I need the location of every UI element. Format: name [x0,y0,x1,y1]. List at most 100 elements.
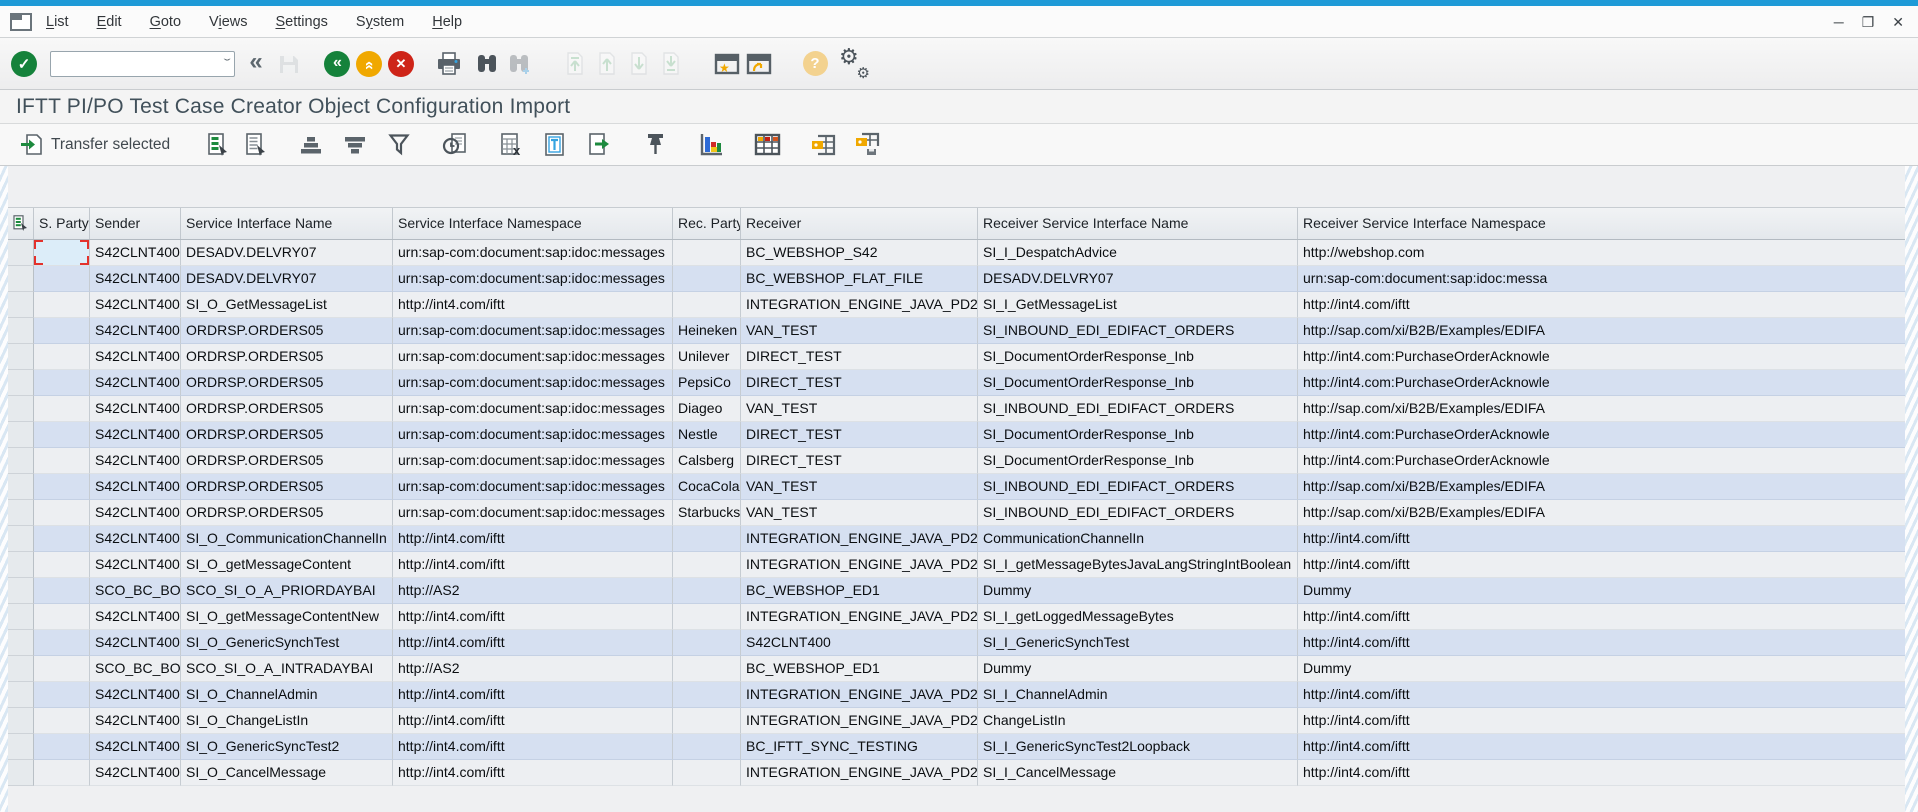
print-preview-button[interactable] [440,129,470,161]
grid-cell[interactable] [34,578,90,604]
grid-cell[interactable] [34,344,90,370]
row-selector-cell[interactable] [8,266,34,292]
next-page-button[interactable] [623,47,655,81]
grid-cell[interactable] [673,578,741,604]
grid-cell[interactable]: S42CLNT400 [90,474,181,500]
grid-cell[interactable]: INTEGRATION_ENGINE_JAVA_PD2 [741,604,978,630]
grid-cell[interactable]: SCO_SI_O_A_INTRADAYBAI [181,656,393,682]
row-selector-cell[interactable] [8,344,34,370]
grid-cell[interactable]: SI_O_CommunicationChannelIn [181,526,393,552]
grid-cell[interactable]: S42CLNT400 [90,240,181,266]
grid-cell[interactable]: BC_WEBSHOP_FLAT_FILE [741,266,978,292]
grid-cell[interactable]: VAN_TEST [741,474,978,500]
grid-cell[interactable]: http://int4.com/iftt [393,760,673,786]
grid-cell[interactable] [673,552,741,578]
grid-cell[interactable] [34,682,90,708]
table-row[interactable]: S42CLNT400ORDRSP.ORDERS05urn:sap-com:doc… [8,370,1905,396]
row-selector-cell[interactable] [8,578,34,604]
grid-cell[interactable]: Unilever [673,344,741,370]
focused-grid-cell[interactable] [34,240,90,266]
grid-cell[interactable]: SI_DocumentOrderResponse_Inb [978,370,1298,396]
grid-cell[interactable]: http://int4.com:PurchaseOrderAcknowle [1298,448,1905,474]
grid-cell[interactable]: http://int4.com:PurchaseOrderAcknowle [1298,344,1905,370]
column-header[interactable]: Receiver Service Interface Name [978,208,1298,239]
column-header[interactable]: Service Interface Name [181,208,393,239]
grid-cell[interactable]: BC_IFTT_SYNC_TESTING [741,734,978,760]
table-row[interactable]: S42CLNT400ORDRSP.ORDERS05urn:sap-com:doc… [8,448,1905,474]
grid-cell[interactable]: Dummy [1298,578,1905,604]
row-selector-cell[interactable] [8,370,34,396]
grid-cell[interactable] [673,526,741,552]
table-row[interactable]: S42CLNT400ORDRSP.ORDERS05urn:sap-com:doc… [8,474,1905,500]
grid-view-button[interactable] [752,129,782,161]
grid-cell[interactable]: http://sap.com/xi/B2B/Examples/EDIFA [1298,474,1905,500]
table-row[interactable]: S42CLNT400SI_O_GenericSyncTest2http://in… [8,734,1905,760]
grid-cell[interactable]: INTEGRATION_ENGINE_JAVA_PD2 [741,292,978,318]
menu-settings[interactable]: Settings [275,14,327,30]
grid-cell[interactable]: http://int4.com/iftt [1298,760,1905,786]
close-icon[interactable]: ✕ [1892,15,1904,29]
grid-cell[interactable] [673,604,741,630]
grid-cell[interactable]: ORDRSP.ORDERS05 [181,344,393,370]
command-field[interactable]: ˇ [50,51,235,77]
previous-page-button[interactable] [591,47,623,81]
grid-cell[interactable]: S42CLNT400 [90,604,181,630]
grid-cell[interactable] [34,604,90,630]
first-page-button[interactable] [559,47,591,81]
customize-layout-button[interactable]: ⚙ ⚙ [839,47,871,81]
table-row[interactable]: S42CLNT400SI_O_ChannelAdminhttp://int4.c… [8,682,1905,708]
grid-cell[interactable] [34,318,90,344]
grid-cell[interactable]: http://sap.com/xi/B2B/Examples/EDIFA [1298,500,1905,526]
grid-cell[interactable]: DIRECT_TEST [741,370,978,396]
grid-cell[interactable]: Dummy [978,656,1298,682]
table-row[interactable]: S42CLNT400SI_O_getMessageContenthttp://i… [8,552,1905,578]
grid-cell[interactable]: SI_INBOUND_EDI_EDIFACT_ORDERS [978,474,1298,500]
row-selector-cell[interactable] [8,656,34,682]
grid-cell[interactable]: PepsiCo [673,370,741,396]
grid-cell[interactable]: SI_I_getMessageBytesJavaLangStringIntBoo… [978,552,1298,578]
grid-cell[interactable]: urn:sap-com:document:sap:idoc:messages [393,344,673,370]
table-row[interactable]: S42CLNT400SI_O_getMessageContentNew http:… [8,604,1905,630]
grid-cell[interactable]: SI_O_GenericSyncTest2 [181,734,393,760]
grid-cell[interactable]: ORDRSP.ORDERS05 [181,396,393,422]
grid-cell[interactable]: http://int4.com/iftt [1298,604,1905,630]
grid-cell[interactable]: http://int4.com:PurchaseOrderAcknowle [1298,370,1905,396]
graphics-button[interactable] [696,129,726,161]
column-header[interactable]: Rec. Party [673,208,741,239]
menu-goto[interactable]: Goto [150,14,181,30]
grid-cell[interactable] [34,630,90,656]
grid-cell[interactable]: VAN_TEST [741,396,978,422]
grid-cell[interactable]: ORDRSP.ORDERS05 [181,318,393,344]
restore-icon[interactable]: ❐ [1862,15,1875,29]
menu-views[interactable]: Views [209,14,247,30]
grid-cell[interactable]: urn:sap-com:document:sap:idoc:messages [393,370,673,396]
menu-system[interactable]: System [356,14,404,30]
grid-cell[interactable]: DIRECT_TEST [741,344,978,370]
grid-cell[interactable]: S42CLNT400 [90,396,181,422]
grid-cell[interactable] [673,734,741,760]
grid-cell[interactable]: SI_O_GenericSynchTest [181,630,393,656]
row-selector-cell[interactable] [8,448,34,474]
grid-cell[interactable]: http://int4.com/iftt [393,552,673,578]
row-selector-cell[interactable] [8,422,34,448]
row-selector-cell[interactable] [8,474,34,500]
grid-cell[interactable]: INTEGRATION_ENGINE_JAVA_PD2 [741,526,978,552]
grid-cell[interactable]: SI_O_getMessageContentNew [181,604,393,630]
sort-ascending-button[interactable] [296,129,326,161]
grid-cell[interactable]: CocaCola [673,474,741,500]
row-selector-cell[interactable] [8,760,34,786]
grid-cell[interactable]: ChangeListIn [978,708,1298,734]
grid-cell[interactable]: Dummy [978,578,1298,604]
row-selector-cell[interactable] [8,240,34,266]
grid-cell[interactable]: urn:sap-com:document:sap:idoc:messages [393,266,673,292]
grid-cell[interactable]: urn:sap-com:document:sap:idoc:messages [393,396,673,422]
grid-cell[interactable]: http://int4.com/iftt [393,708,673,734]
grid-cell[interactable] [34,500,90,526]
grid-cell[interactable]: http://int4.com/iftt [1298,526,1905,552]
grid-cell[interactable]: http://int4.com/iftt [1298,292,1905,318]
grid-cell[interactable] [34,734,90,760]
grid-cell[interactable]: S42CLNT400 [90,760,181,786]
grid-cell[interactable]: ORDRSP.ORDERS05 [181,370,393,396]
grid-cell[interactable]: http://int4.com/iftt [393,526,673,552]
grid-cell[interactable]: http://int4.com/iftt [1298,630,1905,656]
